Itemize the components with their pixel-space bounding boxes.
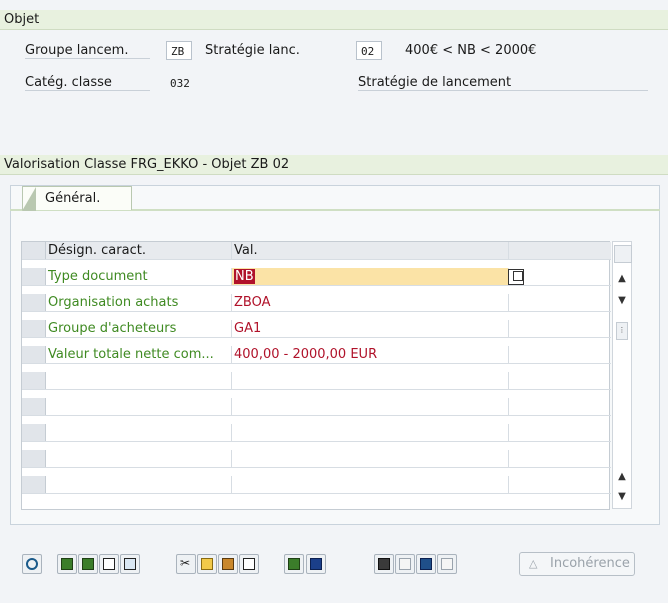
row-value[interactable] — [232, 450, 509, 467]
table-row[interactable]: Organisation achats ZBOA — [22, 294, 611, 312]
row-name: Valeur totale nette com... — [46, 346, 232, 363]
table-icon[interactable] — [416, 554, 436, 574]
object-fields-area: Groupe lancem. ZB Stratégie lanc. 02 400… — [0, 30, 668, 148]
row-name: Type document — [46, 268, 232, 285]
zoom-icon[interactable] — [22, 554, 42, 574]
header-selector-cell[interactable] — [22, 242, 46, 259]
row-selector[interactable] — [22, 268, 46, 285]
strategy-description: 400€ < NB < 2000€ — [405, 43, 537, 58]
row-selector[interactable] — [22, 372, 46, 389]
paste-icon[interactable] — [218, 554, 238, 574]
copy-icon[interactable] — [197, 554, 217, 574]
delete-icon[interactable] — [239, 554, 259, 574]
strategy-label: Stratégie lanc. — [205, 43, 300, 58]
objet-section-header: Objet — [0, 10, 668, 30]
row-selector[interactable] — [22, 398, 46, 415]
grid-vertical-scrollbar[interactable]: ▲ ▼ ⋮ ▲ ▼ — [612, 241, 632, 509]
row-name — [46, 450, 232, 467]
table-row[interactable] — [22, 372, 611, 390]
row-value[interactable]: 400,00 - 2000,00 EUR — [232, 346, 509, 363]
row-selector[interactable] — [22, 320, 46, 337]
table-row[interactable] — [22, 476, 611, 494]
restore-icon[interactable] — [395, 554, 415, 574]
scrollbar-top-handle[interactable] — [614, 245, 632, 263]
print-icon[interactable] — [99, 554, 119, 574]
selected-text: NB — [234, 269, 255, 284]
valuation-section-header: Valorisation Classe FRG_EKKO - Objet ZB … — [0, 155, 668, 175]
info-icon[interactable] — [306, 554, 326, 574]
column-header-value[interactable]: Val. — [232, 242, 509, 259]
table-row[interactable]: Valeur totale nette com... 400,00 - 2000… — [22, 346, 611, 364]
row-selector[interactable] — [22, 294, 46, 311]
filter-icon[interactable] — [120, 554, 140, 574]
table-row[interactable]: Groupe d'acheteurs GA1 — [22, 320, 611, 338]
table-row[interactable] — [22, 424, 611, 442]
row-value[interactable] — [232, 398, 509, 415]
tab-general[interactable]: Général. — [22, 186, 132, 211]
scroll-down-icon[interactable]: ▼ — [615, 294, 629, 308]
row-value[interactable]: ZBOA — [232, 294, 509, 311]
row-value[interactable]: GA1 — [232, 320, 509, 337]
scroll-thumb[interactable]: ⋮ — [616, 322, 628, 340]
insert-row-icon[interactable] — [284, 554, 304, 574]
table-row[interactable] — [22, 450, 611, 468]
class-category-label: Catég. classe — [25, 75, 150, 91]
row-selector[interactable] — [22, 450, 46, 467]
row-name — [46, 424, 232, 441]
group-value-field[interactable]: ZB — [166, 41, 192, 60]
row-selector[interactable] — [22, 424, 46, 441]
row-value[interactable] — [232, 372, 509, 389]
scroll-page-down-icon[interactable]: ▼ — [615, 490, 629, 504]
row-value-selected[interactable]: NB — [232, 268, 509, 285]
value-help-button[interactable] — [508, 269, 524, 285]
incoherence-button[interactable]: △ Incohérence — [519, 552, 635, 576]
binoculars-icon[interactable] — [374, 554, 394, 574]
row-name: Organisation achats — [46, 294, 232, 311]
strategy-value-field[interactable]: 02 — [356, 41, 382, 60]
row-name — [46, 372, 232, 389]
group-label: Groupe lancem. — [25, 43, 150, 59]
first-page-icon[interactable] — [57, 554, 77, 574]
scroll-page-up-icon[interactable]: ▲ — [615, 470, 629, 484]
row-name — [46, 476, 232, 493]
class-category-value: 032 — [170, 77, 190, 90]
row-name: Groupe d'acheteurs — [46, 320, 232, 337]
warning-icon: △ — [529, 557, 538, 570]
row-value[interactable] — [232, 424, 509, 441]
strategy-title-label: Stratégie de lancement — [358, 75, 648, 91]
chart-icon[interactable] — [437, 554, 457, 574]
row-selector[interactable] — [22, 476, 46, 493]
scroll-up-icon[interactable]: ▲ — [615, 272, 629, 286]
cut-icon[interactable]: ✂ — [176, 554, 196, 574]
row-value[interactable] — [232, 476, 509, 493]
grid-header-row: Désign. caract. Val. — [22, 242, 611, 260]
incoherence-label: Incohérence — [550, 556, 630, 571]
row-name — [46, 398, 232, 415]
table-row[interactable] — [22, 398, 611, 416]
column-header-name[interactable]: Désign. caract. — [46, 242, 232, 259]
prev-page-icon[interactable] — [78, 554, 98, 574]
row-selector[interactable] — [22, 346, 46, 363]
